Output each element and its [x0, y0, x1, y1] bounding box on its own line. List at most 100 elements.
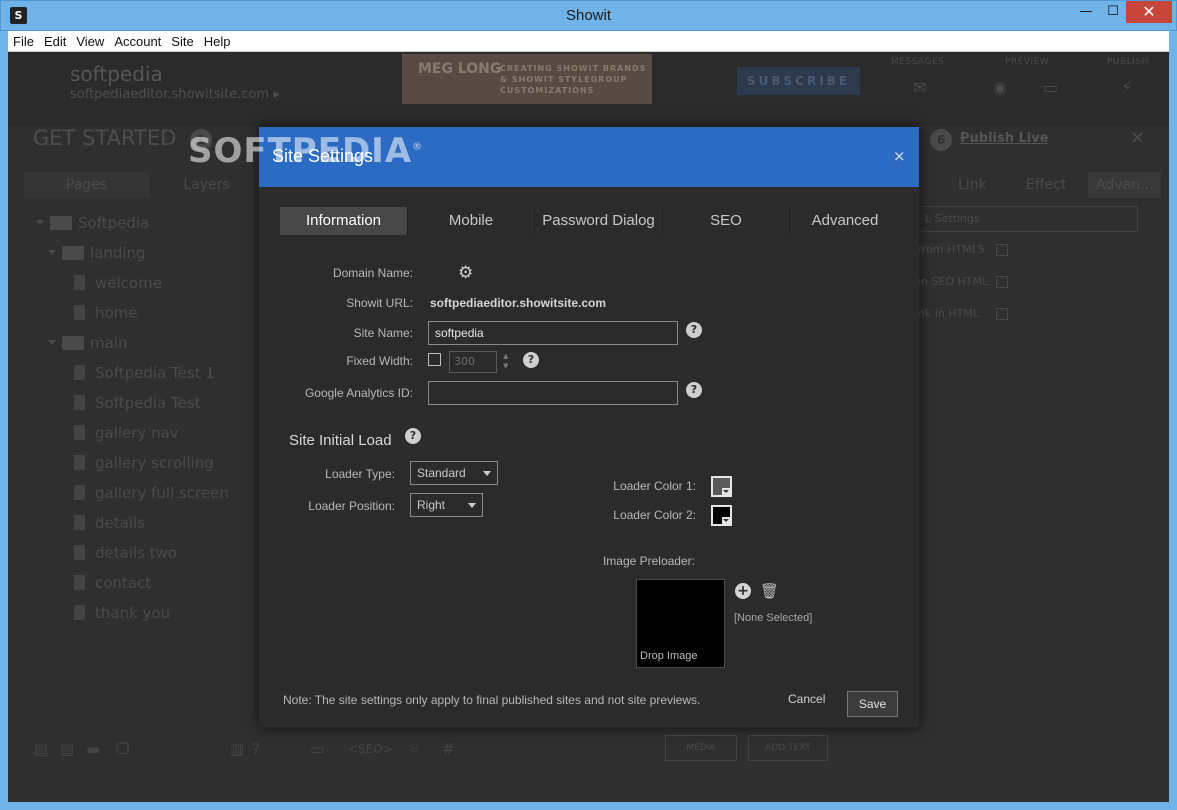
trash-icon[interactable]: 🗑 [760, 582, 779, 600]
help-icon[interactable]: ? [252, 740, 260, 758]
tab-link[interactable]: Link [958, 172, 987, 198]
menu-view[interactable]: View [71, 31, 109, 50]
loader-position-select[interactable]: Right [410, 493, 483, 517]
tree-page[interactable]: Softpedia Test 1 [74, 364, 215, 382]
dialog-close-icon[interactable]: × [893, 147, 906, 165]
expand-icon [36, 220, 44, 225]
tree-page[interactable]: gallery nav [74, 424, 179, 442]
right-option-checkbox[interactable] [996, 276, 1008, 288]
drop-image-zone[interactable]: Drop Image [636, 579, 725, 668]
seo-tag-icon[interactable]: <SEO> [348, 742, 393, 756]
loader-type-select[interactable]: Standard [410, 461, 498, 485]
tab-seo[interactable]: SEO [663, 207, 790, 235]
bg-site-name: softpedia [70, 62, 163, 86]
lightning-icon[interactable]: ⚡ [1121, 78, 1132, 97]
tab-effect[interactable]: Effect [1026, 172, 1066, 198]
banner-line: CREATING SHOWIT BRANDS [500, 64, 647, 73]
eye-icon[interactable]: ◉ [993, 78, 1007, 97]
grid-icon[interactable]: # [442, 740, 455, 758]
fixed-width-input[interactable]: 300 [449, 351, 497, 373]
devices-icon[interactable]: ▭ [1043, 78, 1058, 97]
tree-page-welcome[interactable]: welcome [74, 274, 162, 292]
window-title: Showit [565, 7, 612, 24]
menu-edit[interactable]: Edit [39, 31, 71, 50]
help-icon[interactable]: ? [405, 428, 421, 444]
loader-color-2-swatch[interactable] [711, 505, 732, 526]
duplicate-icon[interactable]: ❐ [116, 740, 129, 758]
page-icon [74, 485, 85, 500]
right-settings-field[interactable]: L Settings [918, 206, 1138, 232]
tree-label: details [95, 514, 145, 532]
tab-advanced[interactable]: Advanced [790, 207, 900, 235]
stepper-down-icon[interactable]: ▼ [503, 362, 508, 371]
page-icon [74, 575, 85, 590]
tree-folder-landing[interactable]: landing [48, 244, 146, 262]
trash-icon[interactable]: ▥ [230, 740, 244, 758]
tree-page[interactable]: Softpedia Test [74, 394, 201, 412]
help-icon[interactable]: ? [686, 382, 702, 398]
add-text-button[interactable]: ADD TEXT [748, 735, 828, 761]
gear-icon[interactable]: ⚙ [458, 263, 473, 283]
tree-page[interactable]: thank you [74, 604, 170, 622]
new-folder-icon[interactable]: ▬ [86, 740, 100, 758]
left-panel-tabs: Pages Layers [24, 172, 264, 198]
close-get-started-icon[interactable]: ✕ [1130, 128, 1145, 149]
media-button[interactable]: MEDIA [665, 735, 737, 761]
new-page-icon[interactable]: ▤ [34, 740, 48, 758]
tree-page[interactable]: gallery scrolling [74, 454, 214, 472]
drop-image-text: Drop Image [640, 650, 698, 662]
loader-color-1-swatch[interactable] [711, 476, 732, 497]
google-analytics-input[interactable] [428, 381, 678, 405]
fixed-width-checkbox[interactable] [428, 353, 441, 366]
help-icon[interactable]: ? [686, 322, 702, 338]
ad-banner[interactable]: MEG LONG CREATING SHOWIT BRANDS & SHOWIT… [402, 54, 652, 104]
none-selected-text: [None Selected] [734, 612, 813, 624]
tree-page[interactable]: details [74, 514, 145, 532]
tree-root[interactable]: Softpedia [36, 214, 149, 232]
window-titlebar[interactable]: S Showit — ☐ ✕ [0, 0, 1177, 31]
tree-label: contact [95, 574, 152, 592]
maximize-button[interactable]: ☐ [1100, 1, 1126, 23]
tree-folder-main[interactable]: main [48, 334, 127, 352]
showit-url-value: softpediaeditor.showitsite.com [430, 296, 607, 310]
settings-tabs: Information Mobile Password Dialog SEO A… [280, 207, 900, 235]
add-image-icon[interactable]: + [735, 583, 751, 599]
tree-label: gallery nav [95, 424, 179, 442]
tree-page[interactable]: contact [74, 574, 151, 592]
close-window-button[interactable]: ✕ [1126, 1, 1172, 23]
help-icon[interactable]: ? [523, 352, 539, 368]
preview-label: PREVIEW [1005, 57, 1050, 67]
tab-pages[interactable]: Pages [24, 172, 149, 198]
minimize-button[interactable]: — [1073, 1, 1099, 23]
tree-page-home[interactable]: home [74, 304, 138, 322]
desktop-icon[interactable]: ▭ [310, 740, 324, 758]
right-option-checkbox[interactable] [996, 244, 1008, 256]
tab-layers[interactable]: Layers [149, 172, 264, 198]
tab-mobile[interactable]: Mobile [408, 207, 535, 235]
cancel-button[interactable]: Cancel [788, 692, 825, 706]
tree-page[interactable]: details two [74, 544, 177, 562]
bg-site-url[interactable]: softpediaeditor.showitsite.com ▸ [70, 87, 280, 102]
subscribe-button[interactable]: SUBSCRIBE [737, 67, 860, 95]
stepper-up-icon[interactable]: ▲ [503, 352, 508, 361]
tree-page[interactable]: gallery full screen [74, 484, 229, 502]
dialog-title: Site Settings [272, 146, 374, 166]
tab-advanced[interactable]: Advan... [1088, 172, 1162, 198]
tab-password-dialog[interactable]: Password Dialog [535, 207, 663, 235]
tab-information[interactable]: Information [280, 207, 408, 235]
menu-help[interactable]: Help [199, 31, 236, 50]
right-option-checkbox[interactable] [996, 308, 1008, 320]
dialog-header: SOFTPEDIA® Site Settings × [188, 127, 919, 187]
messages-label: MESSAGES [891, 57, 945, 67]
site-name-input[interactable] [428, 321, 678, 345]
menu-account[interactable]: Account [109, 31, 166, 50]
publish-live-link[interactable]: Publish Live [960, 131, 1049, 146]
search-icon[interactable]: ⌕ [410, 740, 418, 758]
menu-site[interactable]: Site [166, 31, 198, 50]
tree-label: thank you [95, 604, 171, 622]
inbox-icon[interactable]: ✉ [913, 78, 926, 97]
right-option-label: from HTML5 [918, 243, 985, 256]
menu-file[interactable]: File [8, 31, 39, 50]
new-page-icon[interactable]: ▤ [60, 740, 74, 758]
save-button[interactable]: Save [847, 691, 898, 717]
